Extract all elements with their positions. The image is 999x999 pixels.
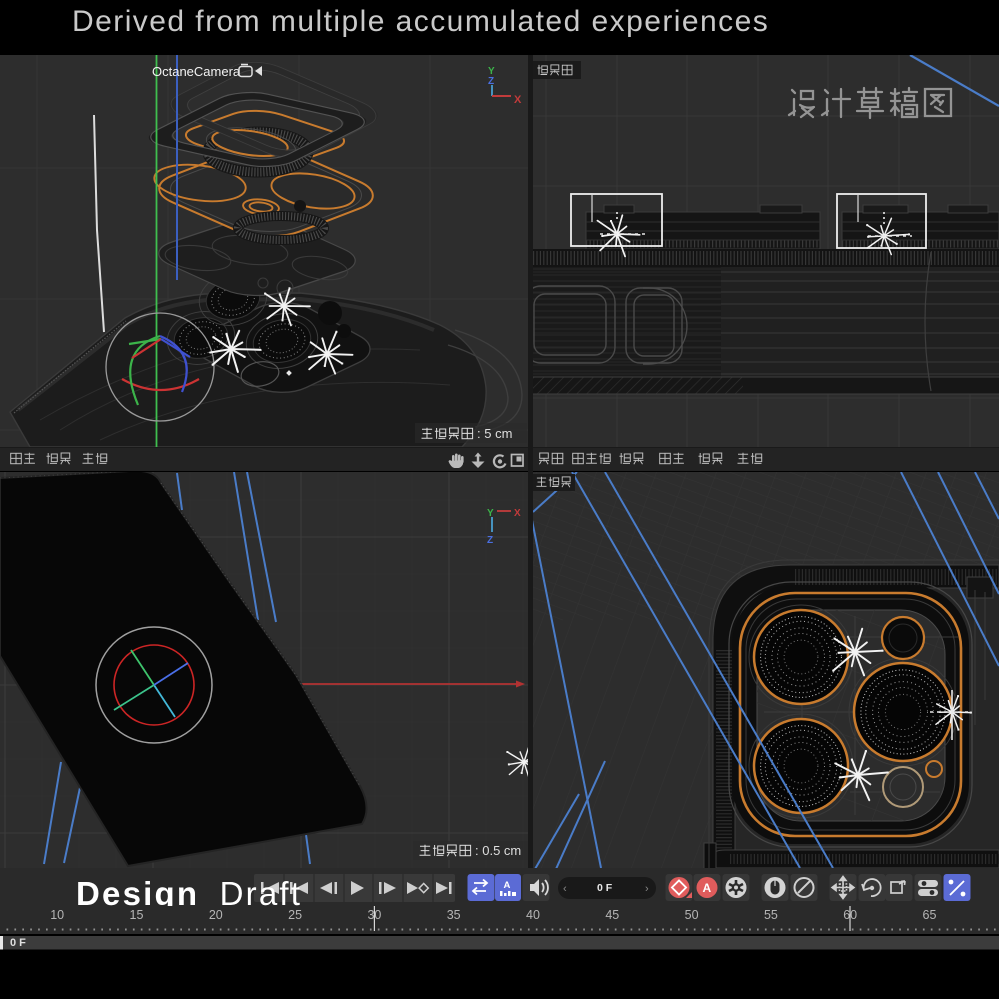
svg-text:25: 25 xyxy=(288,908,302,922)
svg-text:Y: Y xyxy=(487,508,494,519)
svg-text:‹: ‹ xyxy=(563,883,567,895)
svg-text:45: 45 xyxy=(605,908,619,922)
svg-text:A: A xyxy=(504,880,511,891)
svg-text:40: 40 xyxy=(526,908,540,922)
svg-text:: 5 cm: : 5 cm xyxy=(477,426,512,441)
svg-text:65: 65 xyxy=(923,908,937,922)
svg-text:15: 15 xyxy=(130,908,144,922)
svg-text:10: 10 xyxy=(50,908,64,922)
svg-text:: 0.5 cm: : 0.5 cm xyxy=(475,843,521,858)
svg-text:X: X xyxy=(514,508,521,519)
svg-text:Derived from multiple accumula: Derived from multiple accumulated experi… xyxy=(72,5,769,38)
svg-text:OctaneCamera: OctaneCamera xyxy=(152,64,241,79)
svg-text:35: 35 xyxy=(447,908,461,922)
svg-text:Z: Z xyxy=(487,535,493,546)
svg-text:A: A xyxy=(703,881,712,895)
svg-text:X: X xyxy=(514,94,522,106)
svg-text:20: 20 xyxy=(209,908,223,922)
svg-text:0 F: 0 F xyxy=(597,882,613,894)
svg-text:Z: Z xyxy=(488,76,494,87)
svg-text:0 F: 0 F xyxy=(10,937,26,949)
svg-text:50: 50 xyxy=(685,908,699,922)
svg-text:55: 55 xyxy=(764,908,778,922)
svg-text:›: › xyxy=(645,883,649,895)
